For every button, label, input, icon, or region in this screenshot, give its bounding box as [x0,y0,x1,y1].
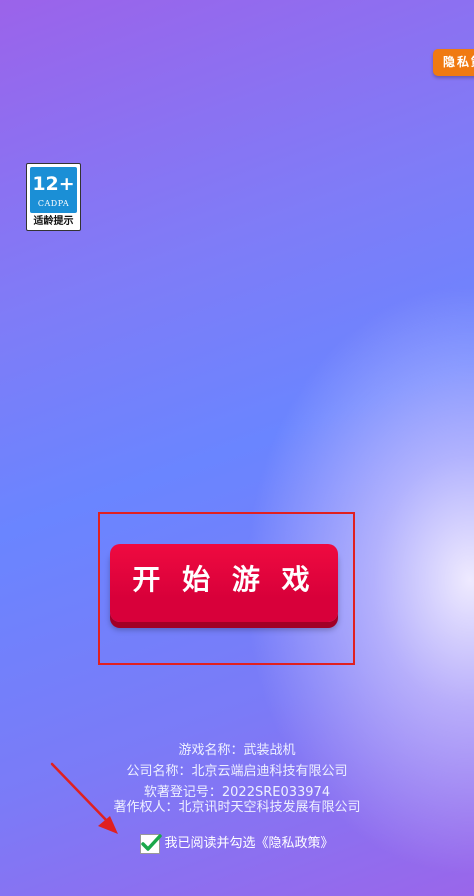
agreement-text[interactable]: 我已阅读并勾选《隐私政策》 [164,834,333,854]
privacy-agreement-row: 我已阅读并勾选《隐私政策》 [0,832,474,856]
age-rating-org: CADPA [37,199,70,208]
agreement-checkbox[interactable] [140,834,163,854]
annotation-arrow-icon [50,762,118,834]
checkmark-icon [141,834,163,851]
age-rating-number: 12+ [32,173,75,195]
age-rating-badge[interactable]: 12+ CADPA 适龄提示 [26,163,81,231]
privacy-policy-button[interactable]: 隐私策 [433,49,474,76]
age-rating-caption: 适龄提示 [33,216,74,227]
game-name-text: 游戏名称：武装战机 [178,743,296,758]
age-rating-icon: 12+ CADPA [30,167,77,213]
start-game-button[interactable]: 开 始 游 戏 [110,544,338,622]
